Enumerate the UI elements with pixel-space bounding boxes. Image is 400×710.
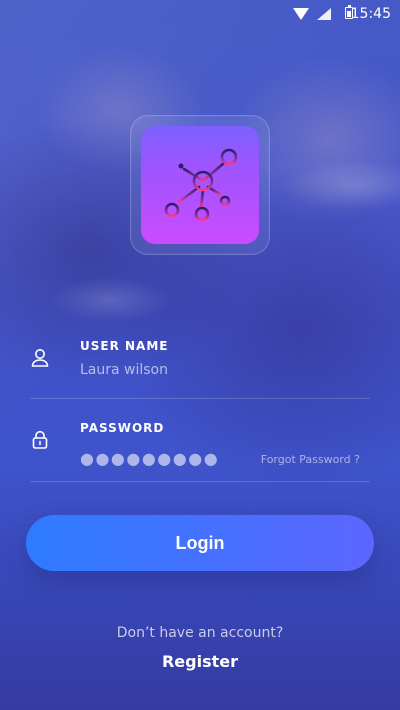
background-photo-overlay bbox=[0, 0, 400, 710]
app-logo-frame bbox=[130, 115, 270, 255]
network-icon bbox=[164, 148, 238, 222]
signup-prompt: Don’t have an account? bbox=[116, 625, 284, 641]
forgot-password-link[interactable]: Forgot Password ? bbox=[261, 453, 360, 466]
user-icon bbox=[31, 349, 49, 367]
login-button[interactable]: Login bbox=[26, 515, 374, 571]
login-screen: 15:45 USER NAME Laura wilson PASSWORD ●●… bbox=[0, 0, 400, 710]
username-label: USER NAME bbox=[80, 339, 169, 353]
status-time: 15:45 bbox=[350, 6, 391, 22]
status-bar: 15:45 bbox=[0, 0, 400, 28]
signal-icon bbox=[317, 8, 331, 20]
username-divider bbox=[30, 398, 370, 399]
password-label: PASSWORD bbox=[80, 421, 165, 435]
password-field[interactable]: ●●●●●●●●● bbox=[80, 449, 219, 468]
lock-icon bbox=[32, 430, 48, 449]
register-link[interactable]: Register bbox=[0, 652, 400, 671]
username-field[interactable]: Laura wilson bbox=[80, 362, 168, 378]
app-logo bbox=[141, 126, 259, 244]
password-divider bbox=[30, 481, 370, 482]
wifi-icon bbox=[293, 8, 309, 20]
